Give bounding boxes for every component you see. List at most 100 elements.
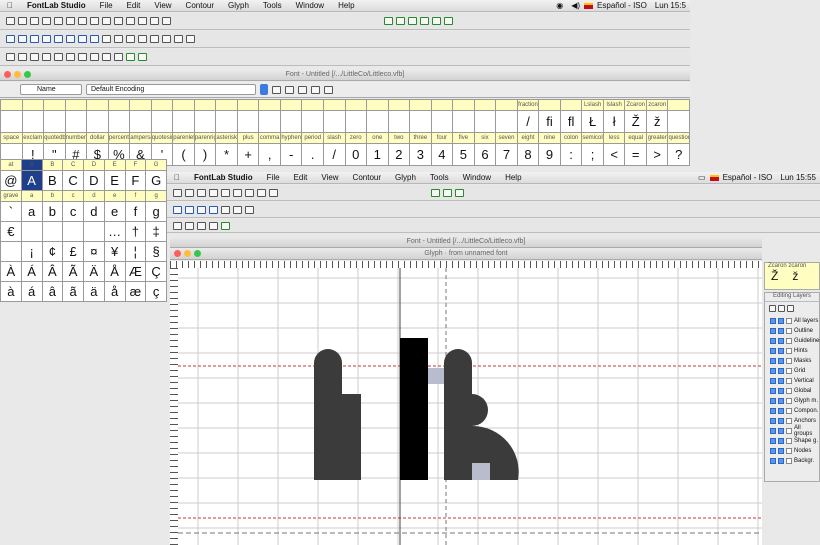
layer-item[interactable]: Shape g. [765,436,819,446]
glyph-window-titlebar[interactable]: Glyph · from unnamed font [170,248,762,260]
clock-front[interactable]: Lun 15:55 [776,173,820,182]
glyph-cell[interactable]: Æ [124,261,147,282]
layer-item[interactable]: Vertical [765,376,819,386]
apple-icon[interactable]:  [0,1,20,10]
layer-item[interactable]: Backgr. [765,456,819,466]
snap-icon[interactable] [126,53,135,61]
preview-glyph-2[interactable]: ž [792,269,798,283]
visibility-checkbox[interactable] [770,368,776,374]
rotate-icon-front[interactable] [185,205,194,214]
glyph-name-cell[interactable]: three [409,132,432,144]
layer-item[interactable]: Compon. [765,406,819,416]
visibility-checkbox[interactable] [770,448,776,454]
glyph-name-cell[interactable]: hyphen [279,132,303,144]
lock-checkbox[interactable] [778,318,784,324]
apple-icon-front[interactable]:  [167,173,187,182]
glyph-cell[interactable]: e [103,201,126,222]
visibility-checkbox[interactable] [770,398,776,404]
hint-icon-front[interactable] [221,205,230,214]
lock-checkbox[interactable] [778,438,784,444]
glyph-cell[interactable]: Á [20,261,43,282]
glyph-cell[interactable]: § [145,241,167,262]
glyph-name-cell[interactable]: ampersand [129,132,152,144]
glyph-name-cell[interactable]: exclam [21,132,45,144]
wifi-icon[interactable]: ◉ [552,1,567,10]
layer-item[interactable]: Hints [765,346,819,356]
glyph-cell[interactable]: 9 [538,143,561,166]
glyph-cell[interactable]: @ [0,170,22,191]
glyph-cell[interactable]: E [103,170,126,191]
glyph-cell[interactable]: € [0,221,22,242]
smooth-icon-front[interactable] [245,205,254,214]
guide-icon[interactable] [102,53,111,61]
glyph-cell[interactable]: = [624,143,647,166]
glyph-cell[interactable] [430,110,454,133]
menu-file[interactable]: File [93,1,120,10]
glyph-cell[interactable]: £ [62,241,84,262]
glyph-cell[interactable]: , [258,143,281,166]
glyph-name-cell[interactable]: less [602,132,626,144]
input-language-front[interactable]: Español - ISO [719,173,777,182]
glyph-cell[interactable] [258,110,281,133]
menu-tools-front[interactable]: Tools [423,173,456,182]
layer-item[interactable]: Outline [765,326,819,336]
brush-icon[interactable] [66,53,75,61]
sidebearing-icon[interactable] [408,17,417,25]
menu-edit-front[interactable]: Edit [287,173,315,182]
layer-checkbox[interactable] [786,328,792,334]
layer-checkbox[interactable] [786,428,792,434]
glyph-cell[interactable]: < [602,143,626,166]
save-icon-front[interactable] [197,188,206,197]
visibility-checkbox[interactable] [770,408,776,414]
close-icon[interactable] [4,71,11,78]
layer-checkbox[interactable] [786,318,792,324]
glyph-cell[interactable]: d [83,201,105,222]
glyph-cell[interactable]: + [236,143,260,166]
reverse-icon[interactable] [78,35,87,43]
draw-icon-front[interactable] [197,221,206,230]
rect-icon-front[interactable] [257,188,266,197]
glyph-cell[interactable] [41,221,64,242]
glyph-name-cell[interactable]: five [452,132,475,144]
glyph-cell[interactable] [64,110,88,133]
slant-icon[interactable] [42,35,51,43]
stem-icon[interactable] [126,35,135,43]
glyph-name-cell[interactable]: four [430,132,454,144]
glyph-name-cell[interactable]: fraction [516,99,540,111]
glyph-cell[interactable] [366,110,389,133]
transform-icon-front[interactable] [173,205,182,214]
glyph-cell[interactable]: b [41,201,64,222]
battery-icon[interactable]: ▭ [694,173,710,182]
glyph-name-cell[interactable] [86,99,109,111]
glyph-cell[interactable]: ä [83,281,105,302]
menu-view-front[interactable]: View [314,173,345,182]
glyph-name-cell[interactable] [344,99,368,111]
glyph-cell[interactable]: á [20,281,43,302]
glyph-cell[interactable]: â [41,281,64,302]
menu-glyph[interactable]: Glyph [221,1,256,10]
zoom-icon[interactable] [138,17,147,25]
glyph-name-cell[interactable] [301,99,324,111]
glyph-cell[interactable]: g [145,201,167,222]
anchor-icon[interactable] [150,35,159,43]
minimize-icon-glyph[interactable] [184,250,191,257]
lock-checkbox[interactable] [778,338,784,344]
pen-icon[interactable] [90,17,99,25]
direction-icon[interactable] [90,35,99,43]
pointer-icon[interactable] [78,17,87,25]
mark-icon[interactable] [311,85,320,94]
glyph-name-cell[interactable]: plus [236,132,260,144]
glyph-cell[interactable]: ; [581,143,604,166]
glyph-cell[interactable]: / [516,110,540,133]
corner-icon[interactable] [186,35,195,43]
grid-icon[interactable] [114,53,123,61]
glyph-cell[interactable] [193,110,217,133]
autohint-icon[interactable] [114,35,123,43]
glyph-cell[interactable]: * [215,143,238,166]
glyph-cell[interactable]: ¡ [20,241,43,262]
lock-checkbox[interactable] [778,328,784,334]
hint-icon[interactable] [102,35,111,43]
glyph-cell[interactable]: ã [62,281,84,302]
measure-icon[interactable] [162,17,171,25]
metrics-icon[interactable] [384,17,393,25]
